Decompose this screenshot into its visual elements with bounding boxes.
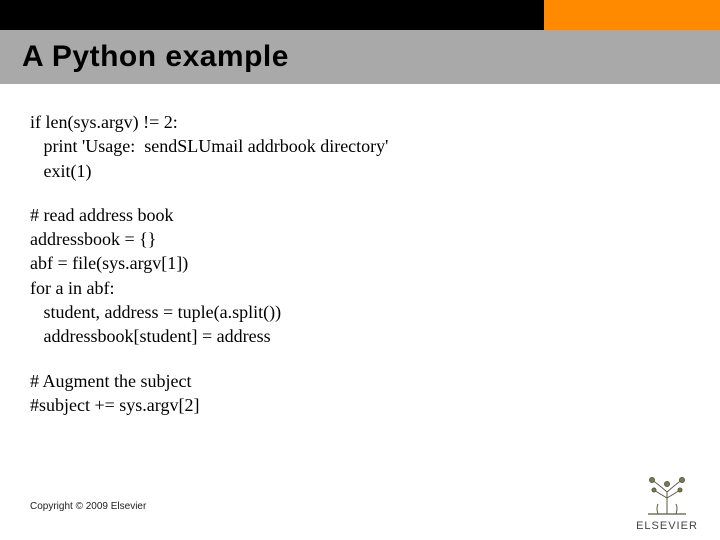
slide: A Python example if len(sys.argv) != 2: … [0, 0, 720, 540]
accent-block [544, 0, 720, 30]
publisher-logo: ELSEVIER [628, 474, 706, 532]
spacer [30, 349, 690, 369]
spacer [30, 183, 690, 203]
code-block-3: # Augment the subject #subject += sys.ar… [30, 369, 690, 418]
title-bar: A Python example [0, 30, 720, 84]
slide-body: if len(sys.argv) != 2: print 'Usage: sen… [30, 110, 690, 480]
elsevier-tree-icon [638, 474, 696, 518]
publisher-name: ELSEVIER [628, 520, 706, 532]
slide-title: A Python example [22, 40, 289, 74]
code-block-1: if len(sys.argv) != 2: print 'Usage: sen… [30, 110, 690, 183]
copyright-text: Copyright © 2009 Elsevier [30, 501, 146, 512]
code-block-2: # read address book addressbook = {} abf… [30, 203, 690, 349]
